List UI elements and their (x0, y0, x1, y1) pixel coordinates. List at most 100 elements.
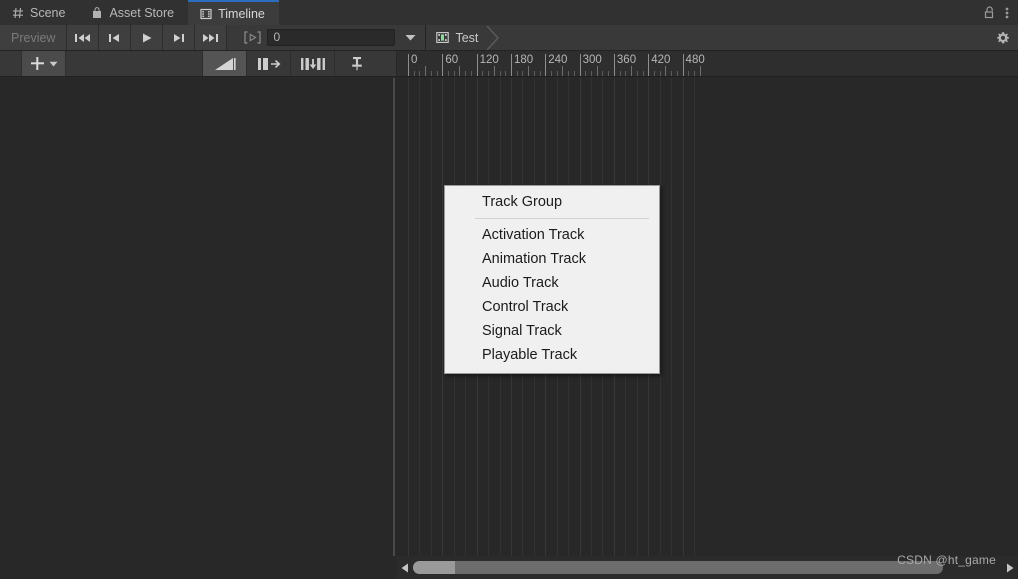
track-toolbar-spacer (66, 51, 202, 76)
ruler-minor-tick (499, 71, 501, 76)
tab-timeline-label: Timeline (218, 6, 265, 21)
ruler-minor-tick (522, 71, 524, 76)
context-menu-item[interactable]: Signal Track (445, 319, 659, 343)
tab-scene-label: Scene (30, 5, 66, 20)
ruler-minor-tick (505, 71, 507, 76)
ruler-minor-tick (556, 71, 558, 76)
watermark-text: CSDN @ht_game (897, 553, 996, 567)
replace-edit-toggle[interactable] (290, 51, 334, 76)
track-toolbar-pad (0, 51, 21, 76)
ruler-minor-tick (642, 71, 644, 76)
context-menu-item[interactable]: Activation Track (445, 223, 659, 247)
breadcrumb[interactable]: Test (426, 25, 504, 50)
ruler-minor-tick (482, 71, 484, 76)
ruler-minor-tick (516, 71, 518, 76)
lock-playhead-toggle[interactable] (334, 51, 378, 76)
scrollbar-thumb-grip[interactable] (413, 561, 455, 574)
next-frame-button[interactable] (163, 25, 196, 50)
tab-bar-spacer (279, 0, 984, 25)
add-track-button[interactable] (21, 51, 66, 76)
ruler-minor-tick (465, 71, 467, 76)
ripple-edit-icon (257, 57, 281, 71)
ruler-minor-tick (430, 71, 432, 76)
ruler-minor-tick (573, 71, 575, 76)
go-to-end-button[interactable] (195, 25, 228, 50)
window-tab-bar: Scene Asset Store Timeline (0, 0, 1018, 26)
ruler-tick-label: 480 (685, 54, 705, 66)
ruler-minor-tick (636, 71, 638, 76)
toolbar-filler (503, 25, 988, 50)
panel-splitter[interactable] (393, 78, 395, 556)
context-menu-item-track-group[interactable]: Track Group (445, 190, 659, 214)
context-menu-item[interactable]: Playable Track (445, 343, 659, 367)
ruler-minor-tick (470, 71, 472, 76)
gear-icon (996, 31, 1010, 45)
add-track-context-menu[interactable]: Track Group Activation Track Animation Tr… (444, 185, 660, 374)
ruler-minor-tick (602, 71, 604, 76)
lock-icon[interactable] (984, 6, 995, 19)
ruler-minor-tick (596, 66, 598, 76)
ruler-minor-tick (665, 66, 667, 76)
track-toolbar-end (378, 51, 396, 76)
ruler-minor-tick (659, 71, 661, 76)
ruler-minor-tick (425, 66, 427, 76)
timeline-gridline (682, 78, 684, 556)
frame-number-input[interactable] (267, 29, 396, 46)
ruler-minor-tick (539, 71, 541, 76)
ripple-edit-toggle[interactable] (246, 51, 290, 76)
context-menu-separator (475, 218, 649, 219)
store-bag-icon (91, 6, 103, 19)
preview-label: Preview (11, 30, 56, 45)
ruler-minor-tick (459, 66, 461, 76)
preview-button[interactable]: Preview (0, 25, 68, 50)
ruler-minor-tick (631, 66, 633, 76)
ruler-minor-tick (591, 71, 593, 76)
ruler-minor-tick (653, 71, 655, 76)
play-range-button[interactable] (237, 25, 268, 50)
scroll-right-arrow[interactable] (1002, 563, 1018, 573)
ruler-minor-tick (419, 71, 421, 76)
ruler-minor-tick (533, 71, 535, 76)
scrollbar-thumb[interactable] (413, 561, 943, 574)
timeline-gridline (671, 78, 673, 556)
plus-icon (30, 56, 45, 71)
frame-dropdown-button[interactable] (395, 25, 426, 50)
tab-asset-store[interactable]: Asset Store (79, 0, 189, 25)
ease-curve-toggle[interactable] (202, 51, 246, 76)
ruler-tick-label: 0 (411, 54, 418, 66)
timeline-gridline (419, 78, 421, 556)
ruler-minor-tick (676, 71, 678, 76)
timeline-asset-icon (436, 31, 450, 44)
track-list-panel[interactable] (0, 78, 396, 556)
ruler-minor-tick (488, 71, 490, 76)
kebab-menu-icon[interactable] (1005, 6, 1009, 20)
tab-scene[interactable]: Scene (0, 0, 80, 25)
go-to-start-button[interactable] (67, 25, 100, 50)
ruler-minor-tick (688, 71, 690, 76)
ruler-minor-tick (448, 71, 450, 76)
triangle-right-icon (1007, 563, 1014, 572)
ruler-minor-tick (619, 71, 621, 76)
ruler-minor-tick (699, 66, 701, 76)
replace-edit-icon (300, 57, 326, 71)
ruler-minor-tick (568, 71, 570, 76)
ruler-minor-tick (671, 71, 673, 76)
tab-timeline[interactable]: Timeline (188, 0, 279, 26)
breadcrumb-chevron-icon (486, 25, 500, 50)
context-menu-item[interactable]: Control Track (445, 295, 659, 319)
context-menu-item[interactable]: Audio Track (445, 271, 659, 295)
window-controls (984, 0, 1018, 25)
previous-frame-button[interactable] (99, 25, 132, 50)
ruler-minor-tick (528, 66, 530, 76)
context-menu-item[interactable]: Animation Track (445, 247, 659, 271)
timeline-toolbar: Preview 0 Test (0, 25, 1018, 51)
timeline-gridline (430, 78, 432, 556)
timeline-ruler[interactable]: 0 60 120 180 240 300 360 420 480 (397, 51, 1018, 77)
ruler-minor-tick (493, 66, 495, 76)
scroll-left-arrow[interactable] (397, 563, 413, 573)
play-button[interactable] (131, 25, 164, 50)
ruler-tick-label: 300 (582, 54, 602, 66)
timeline-settings-button[interactable] (988, 25, 1018, 50)
ruler-minor-tick (585, 71, 587, 76)
breadcrumb-label: Test (455, 30, 479, 45)
